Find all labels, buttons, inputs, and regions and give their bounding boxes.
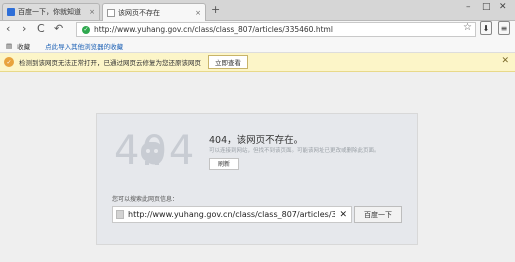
- error-title: 404，该网页不存在。: [209, 135, 304, 146]
- page-icon: [116, 210, 124, 219]
- maximize-button[interactable]: □: [482, 2, 491, 12]
- robot-face-icon: [141, 142, 163, 165]
- close-notification-icon[interactable]: ✕: [501, 56, 509, 66]
- notification-text: 检测到该网页无法正常打开，已通过网页云修复为您还原该网页: [19, 59, 201, 67]
- search-input[interactable]: http://www.yuhang.gov.cn/class/class_807…: [112, 206, 352, 223]
- close-tab-icon[interactable]: ×: [195, 9, 201, 17]
- repair-notification-bar: ✓ 检测到该网页无法正常打开，已通过网页云修复为您还原该网页 立即查看: [0, 53, 515, 72]
- back-button[interactable]: ‹: [6, 22, 10, 36]
- search-input-value: http://www.yuhang.gov.cn/class/class_807…: [128, 210, 336, 219]
- close-tab-icon[interactable]: ×: [89, 8, 95, 16]
- search-label: 您可以搜索此网页信息：: [112, 196, 179, 203]
- baidu-favicon-icon: [7, 8, 15, 16]
- address-bar[interactable]: ✓ http://www.yuhang.gov.cn/class/class_8…: [76, 22, 476, 37]
- bookmark-star-icon[interactable]: ☆: [463, 22, 472, 33]
- repair-icon: ✓: [4, 57, 14, 67]
- tab-title: 百度一下，你就知道: [18, 8, 81, 16]
- url-text: http://www.yuhang.gov.cn/class/class_807…: [94, 25, 333, 34]
- import-bookmarks-link[interactable]: 点此导入其他浏览器的收藏: [45, 41, 123, 51]
- menu-icon[interactable]: ≡: [498, 21, 510, 35]
- security-shield-icon: ✓: [82, 25, 90, 34]
- bookmarks-folder-icon[interactable]: ▤: [6, 42, 12, 50]
- baidu-search-button[interactable]: 百度一下: [354, 206, 402, 223]
- clear-search-icon[interactable]: ✕: [335, 210, 351, 220]
- minimize-button[interactable]: –: [466, 2, 471, 12]
- tab-title: 该网页不存在: [118, 8, 160, 17]
- undo-button[interactable]: ↶: [54, 22, 63, 36]
- reload-button[interactable]: C: [37, 22, 45, 36]
- download-icon[interactable]: ⬇: [480, 21, 492, 35]
- bookmarks-label[interactable]: 收藏: [17, 41, 30, 51]
- error-subtitle: 可以连接到网站，但找不到该页面。可能该网址已更改或删除此页面。: [209, 148, 380, 154]
- tab-baidu[interactable]: 百度一下，你就知道 ×: [2, 3, 100, 20]
- tab-not-found[interactable]: 该网页不存在 ×: [102, 3, 206, 21]
- close-window-button[interactable]: ✕: [499, 2, 507, 12]
- bookmarks-bar: ▤ 收藏 点此导入其他浏览器的收藏: [0, 39, 515, 53]
- view-now-button[interactable]: 立即查看: [208, 55, 248, 69]
- refresh-button[interactable]: 刷新: [209, 158, 239, 170]
- page-favicon-icon: [107, 8, 115, 17]
- forward-button[interactable]: ›: [22, 22, 26, 36]
- new-tab-button[interactable]: +: [211, 3, 220, 16]
